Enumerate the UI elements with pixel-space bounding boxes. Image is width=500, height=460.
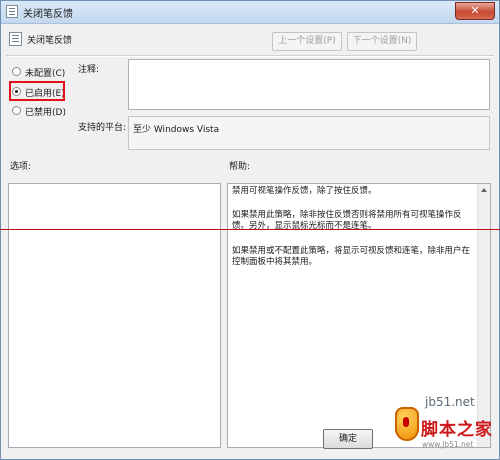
help-paragraph: 禁用可视笔操作反馈，除了按住反馈。 bbox=[232, 186, 377, 196]
help-label: 帮助: bbox=[229, 162, 251, 172]
policy-name: 关闭笔反馈 bbox=[27, 36, 73, 46]
watermark-logo-icon bbox=[395, 407, 419, 441]
options-panel bbox=[8, 183, 221, 448]
comment-textarea[interactable] bbox=[128, 59, 490, 110]
supported-platform-label: 支持的平台: bbox=[78, 123, 127, 133]
help-paragraph: 如果禁用或不配置此策略，将显示可视反馈和连笔，除非用户在控制面板中将其禁用。 bbox=[232, 246, 471, 267]
policy-dialog: 关闭笔反馈 ✕ 关闭笔反馈 上一个设置(P) 下一个设置(N) 未配置(C) 已… bbox=[0, 0, 500, 460]
header-divider bbox=[6, 55, 494, 57]
radio-not-configured[interactable]: 未配置(C) bbox=[12, 65, 122, 79]
close-button[interactable]: ✕ bbox=[455, 2, 495, 20]
policy-icon bbox=[6, 5, 18, 18]
ok-button[interactable]: 确定 bbox=[323, 429, 373, 449]
radio-label: 未配置(C) bbox=[25, 69, 66, 79]
watermark: jb51.net 脚本之家 www.Jb51.net bbox=[389, 395, 497, 457]
watermark-site-name: 脚本之家 bbox=[421, 420, 493, 440]
comment-label: 注释: bbox=[78, 65, 100, 75]
policy-setting-icon bbox=[9, 32, 22, 46]
watermark-domain: jb51.net bbox=[425, 395, 475, 409]
annotation-red-line bbox=[0, 229, 500, 230]
watermark-site-url: www.Jb51.net bbox=[422, 440, 474, 449]
next-setting-button[interactable]: 下一个设置(N) bbox=[347, 32, 417, 51]
options-label: 选项: bbox=[10, 162, 32, 172]
radio-disabled[interactable]: 已禁用(D) bbox=[12, 104, 122, 118]
supported-platform-value: 至少 Windows Vista bbox=[133, 125, 220, 135]
radio-circle-icon[interactable] bbox=[12, 67, 21, 76]
previous-setting-button[interactable]: 上一个设置(P) bbox=[272, 32, 342, 51]
radio-circle-icon[interactable] bbox=[12, 106, 21, 115]
annotation-highlight-box bbox=[9, 81, 65, 101]
supported-platform-field: 至少 Windows Vista bbox=[128, 116, 490, 150]
radio-label: 已禁用(D) bbox=[25, 108, 66, 118]
title-bar[interactable]: 关闭笔反馈 ✕ bbox=[1, 1, 499, 24]
window-title: 关闭笔反馈 bbox=[23, 9, 73, 20]
scroll-up-arrow-icon[interactable] bbox=[481, 188, 487, 192]
